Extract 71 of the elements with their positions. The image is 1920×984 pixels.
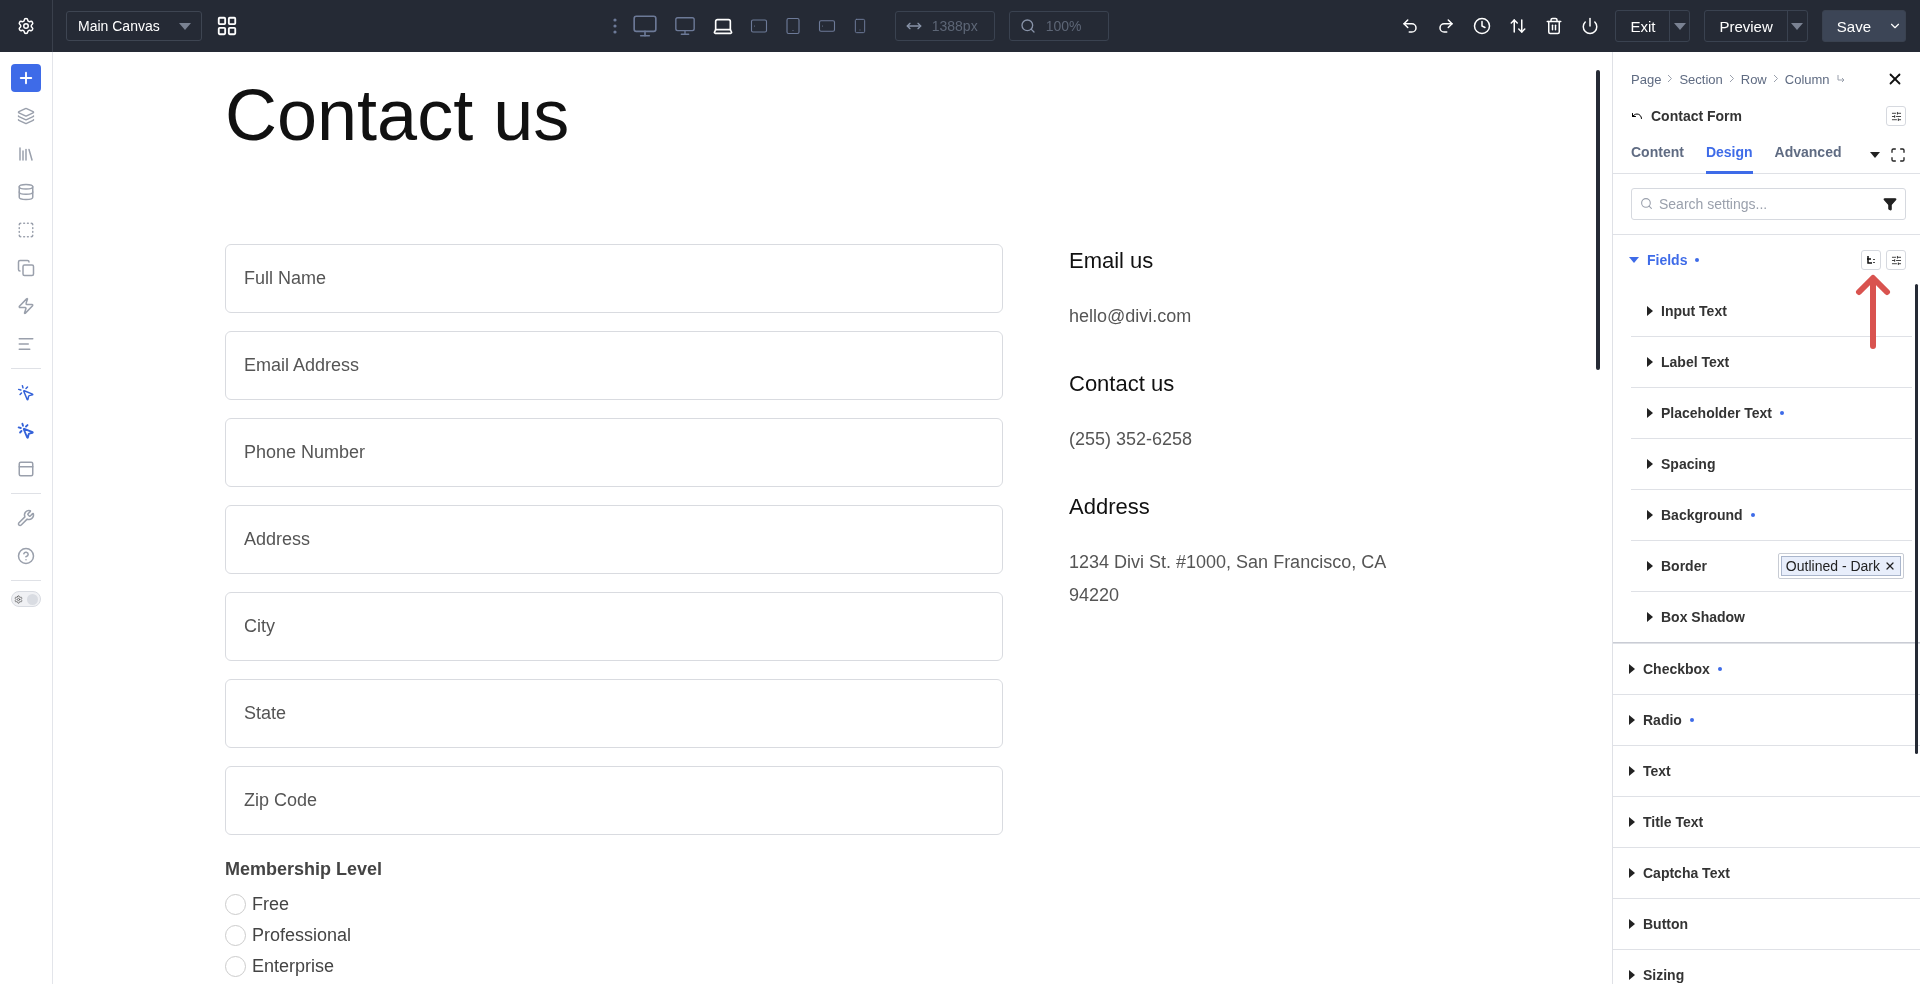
options-icon[interactable]: [1886, 250, 1906, 270]
radio-label: Free: [252, 894, 289, 915]
settings-item-toggle[interactable]: Box Shadow: [1647, 609, 1745, 625]
scrollbar[interactable]: [1915, 284, 1918, 754]
panel-tab[interactable]: Advanced: [1774, 144, 1842, 174]
dropdown-caret-icon[interactable]: [1870, 152, 1880, 158]
form-input-field[interactable]: Phone Number: [225, 418, 1003, 487]
settings-group-toggle[interactable]: Text: [1629, 763, 1671, 779]
settings-group-toggle[interactable]: Button: [1629, 916, 1689, 932]
breadcrumb-link[interactable]: Section: [1679, 71, 1723, 87]
chevron-icon: [1667, 73, 1674, 85]
settings-item-toggle[interactable]: Border: [1647, 558, 1707, 574]
preset-tag[interactable]: Outlined - Dark: [1777, 553, 1904, 579]
membership-label: Membership Level: [225, 859, 384, 880]
filter-icon[interactable]: [1883, 197, 1897, 211]
radio-label: Professional: [252, 925, 352, 946]
settings-group-toggle[interactable]: Title Text: [1629, 814, 1704, 830]
expand-icon[interactable]: [1890, 147, 1906, 163]
page-title: Contact us: [225, 74, 571, 156]
settings-item-toggle[interactable]: Input Text: [1647, 302, 1727, 319]
chevron-icon: [1728, 73, 1735, 85]
modified-dot: [1750, 513, 1755, 517]
modified-dot: [1689, 718, 1694, 722]
search-icon: [1019, 18, 1036, 34]
form-input-field[interactable]: City: [225, 592, 1003, 661]
settings-group-toggle[interactable]: Fields: [1629, 252, 1700, 268]
settings-item-toggle[interactable]: Background: [1647, 507, 1755, 523]
return-arrow-icon: [1835, 74, 1846, 84]
radio-label: Enterprise: [252, 956, 335, 977]
gear-icon: [14, 594, 23, 604]
settings-group-toggle[interactable]: Sizing: [1629, 967, 1685, 983]
radio-button[interactable]: [225, 925, 246, 946]
info-heading: Email us: [1069, 248, 1155, 274]
mode-toggle[interactable]: [11, 591, 41, 607]
remove-icon[interactable]: [1884, 560, 1896, 572]
info-text: hello@divi.com: [1069, 305, 1193, 328]
chevron-icon: [1772, 73, 1779, 85]
module-title: Contact Form: [1651, 108, 1742, 124]
modified-dot: [1695, 258, 1700, 262]
info-heading: Address: [1069, 494, 1151, 520]
form-input-field[interactable]: Address: [225, 505, 1003, 574]
radio-button[interactable]: [225, 894, 246, 915]
canvas-select[interactable]: Main Canvas: [66, 11, 202, 41]
form-input-field[interactable]: Zip Code: [225, 766, 1003, 835]
settings-group-toggle[interactable]: Checkbox: [1629, 661, 1722, 677]
back-arrow-icon[interactable]: [1631, 110, 1643, 122]
info-text: (255) 352-6258: [1069, 428, 1194, 451]
options-icon[interactable]: [1886, 106, 1906, 126]
settings-group-toggle[interactable]: Captcha Text: [1629, 865, 1730, 881]
modified-dot: [1780, 411, 1784, 415]
add-icon[interactable]: [11, 64, 41, 92]
settings-item-toggle[interactable]: Label Text: [1647, 354, 1730, 370]
info-text: 1234 Divi St. #1000, San Francisco, CA 94220: [1069, 551, 1387, 607]
modified-dot: [1717, 667, 1722, 671]
info-heading: Contact us: [1069, 371, 1176, 397]
radio-button[interactable]: [225, 956, 246, 977]
form-input-field[interactable]: Email Address: [225, 331, 1003, 400]
form-input-field[interactable]: State: [225, 679, 1003, 748]
settings-item-toggle[interactable]: Spacing: [1647, 456, 1716, 472]
breadcrumb-link[interactable]: Page: [1631, 71, 1662, 87]
panel-tab[interactable]: Content: [1631, 144, 1684, 174]
text-style-icon[interactable]: [1861, 250, 1881, 270]
breadcrumb-link[interactable]: Column: [1784, 71, 1830, 87]
search-settings-field[interactable]: Search settings...: [1631, 188, 1906, 220]
scrollbar[interactable]: [1596, 70, 1600, 370]
form-input-field[interactable]: Full Name: [225, 244, 1003, 313]
settings-item-toggle[interactable]: Placeholder Text: [1647, 405, 1784, 421]
search-icon: [1640, 197, 1653, 210]
panel-tab[interactable]: Design: [1705, 144, 1753, 174]
settings-group-toggle[interactable]: Radio: [1629, 712, 1694, 728]
breadcrumb-link[interactable]: Row: [1740, 71, 1767, 87]
